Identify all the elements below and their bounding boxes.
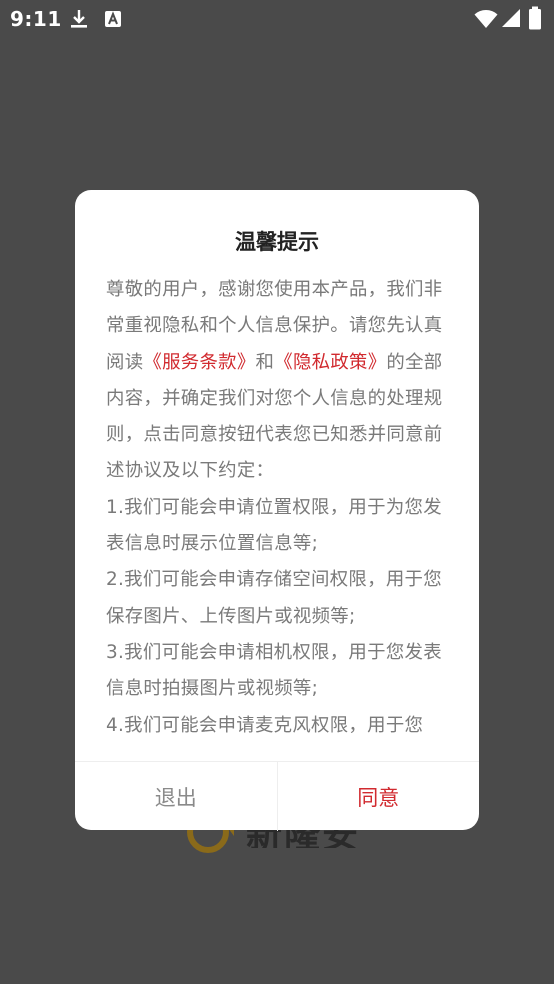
- battery-icon: [529, 6, 541, 30]
- list-item: 4.我们可能会申请麦克风权限，用于您: [106, 714, 424, 736]
- agree-button[interactable]: 同意: [278, 762, 480, 831]
- privacy-link[interactable]: 《隐私政策》: [274, 352, 386, 373]
- status-time: 9:11: [10, 7, 62, 31]
- app-a-icon: [105, 11, 121, 27]
- list-item: 3.我们可能会申请相机权限，用于您发表信息时拍摄图片或视频等;: [106, 641, 442, 700]
- dialog-title: 温馨提示: [235, 230, 319, 254]
- dialog-buttons: 退出 同意: [75, 761, 479, 831]
- exit-button[interactable]: 退出: [75, 762, 278, 831]
- dialog-body[interactable]: 尊敬的用户，感谢您使用本产品，我们非常重视隐私和个人信息保护。请您先认真阅读《服…: [106, 272, 452, 738]
- download-icon: [71, 10, 87, 28]
- list-item: 1.我们可能会申请位置权限，用于为您发表信息时展示位置信息等;: [106, 496, 442, 555]
- wifi-icon: [474, 10, 498, 28]
- status-bar: 9:11: [0, 0, 554, 38]
- terms-link[interactable]: 《服务条款》: [143, 352, 255, 373]
- list-item: 2.我们可能会申请存储空间权限，用于您保存图片、上传图片或视频等;: [106, 569, 442, 627]
- and-text: 和: [255, 351, 275, 373]
- signal-icon: [502, 9, 520, 27]
